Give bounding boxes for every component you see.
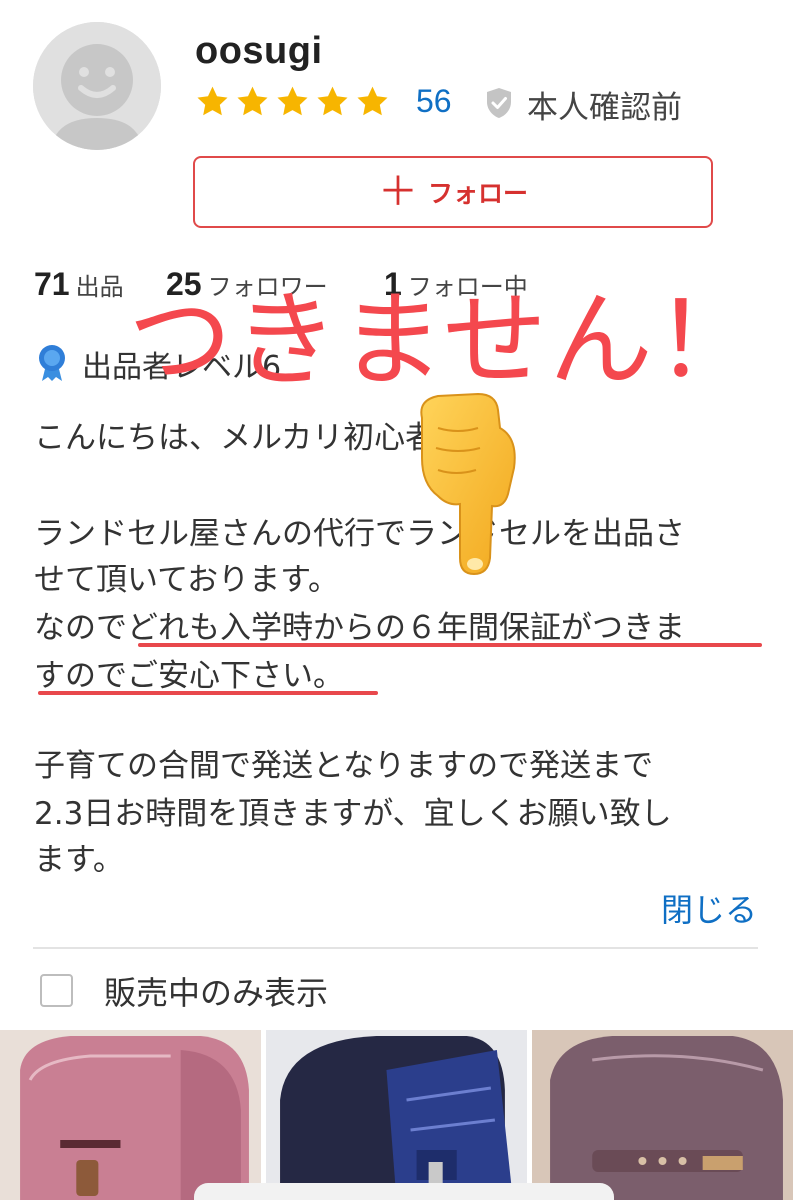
annotation-underline <box>38 691 378 695</box>
navy-randoseru-photo <box>266 1030 527 1200</box>
star-icon <box>277 86 308 116</box>
listings-count: 71 <box>34 266 70 302</box>
verification-status: 本人確認前 <box>527 90 682 126</box>
listings-label: 出品 <box>75 273 124 301</box>
annotation-overlay-text: つきません！ <box>128 279 761 401</box>
on-sale-only-label[interactable]: 販売中のみ表示 <box>104 968 328 1014</box>
username: oosugi <box>195 30 323 72</box>
on-sale-only-checkbox[interactable] <box>40 974 73 1007</box>
rating-stars[interactable] <box>195 84 390 119</box>
star-icon <box>357 86 388 116</box>
star-icon <box>317 86 348 116</box>
bio-line: ます。 <box>34 842 124 878</box>
follow-button[interactable]: ＋ フォロー <box>193 156 713 228</box>
avatar[interactable] <box>33 22 161 150</box>
bio-line: 2.3日お時間を頂きますが、宜しくお願い致し <box>34 796 672 832</box>
bio-line: せて頂いております。 <box>34 562 340 598</box>
bio-line: ランドセル屋さんの代行でランドセルを出品さ <box>34 516 685 552</box>
pink-randoseru-photo <box>0 1030 261 1200</box>
item-grid <box>0 1030 793 1200</box>
shield-check-icon <box>487 88 511 118</box>
mauve-randoseru-photo <box>532 1030 793 1200</box>
star-icon <box>237 86 268 116</box>
annotation-underline <box>138 643 762 647</box>
default-avatar-icon <box>33 22 161 150</box>
rating-count[interactable]: 56 <box>416 83 452 120</box>
plus-icon: ＋ <box>377 169 418 215</box>
star-icon <box>197 86 228 116</box>
item-thumbnail[interactable] <box>266 1030 527 1200</box>
pointing-down-hand-icon <box>420 392 516 576</box>
bio-line: 子育ての合間で発送となりますので発送まで <box>34 748 654 784</box>
bottom-sheet-edge <box>194 1183 614 1200</box>
stat-listings[interactable]: 71 出品 <box>34 266 124 303</box>
badge-icon <box>39 345 65 381</box>
divider <box>33 947 758 949</box>
bio-line: こんにちは、メルカリ初心者です。 <box>34 420 526 456</box>
close-link[interactable]: 閉じる <box>661 885 757 931</box>
item-thumbnail[interactable] <box>532 1030 793 1200</box>
follow-button-label: フォロー <box>427 179 528 208</box>
item-thumbnail[interactable] <box>0 1030 261 1200</box>
